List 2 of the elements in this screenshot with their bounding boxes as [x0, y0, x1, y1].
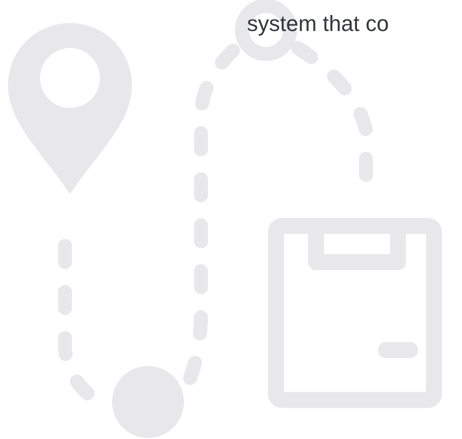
package-icon [268, 218, 442, 408]
caption-text: system that co [247, 10, 389, 38]
